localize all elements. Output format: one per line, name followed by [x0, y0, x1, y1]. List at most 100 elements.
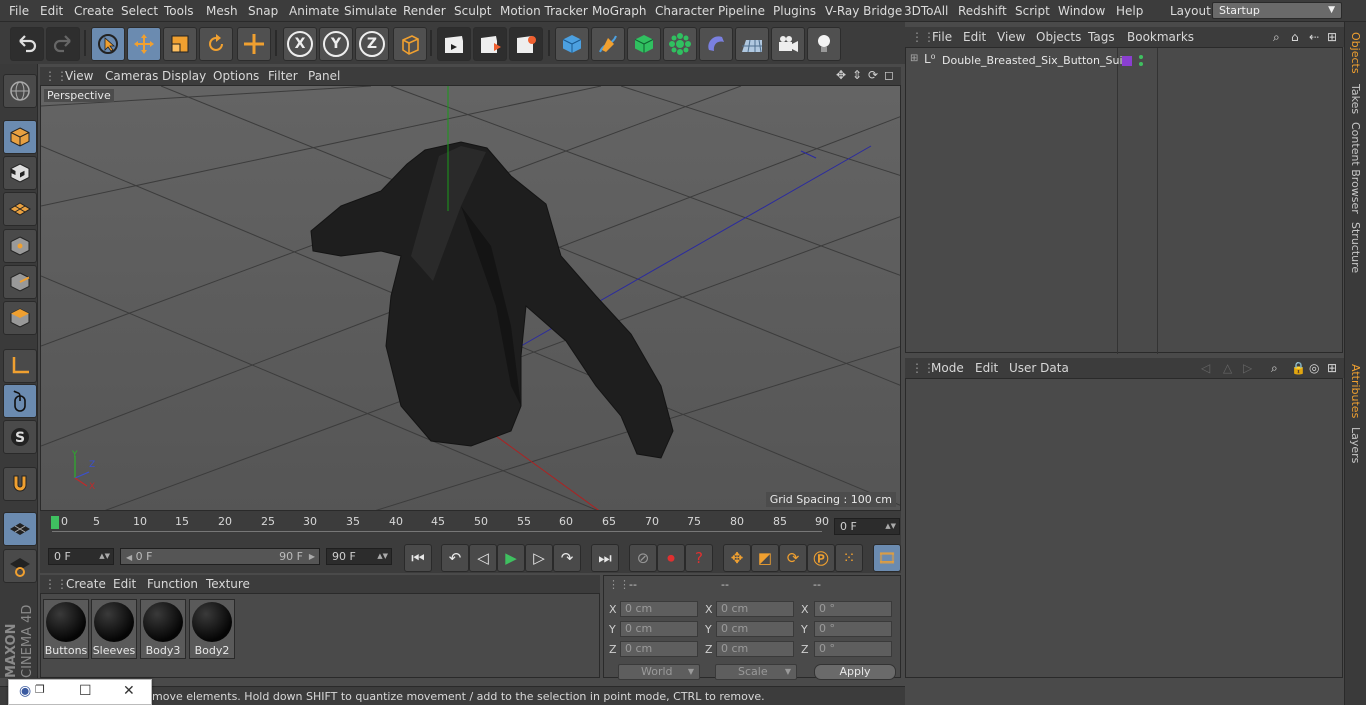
coordinate-mode-select[interactable]: World ▼ — [618, 664, 700, 680]
menu-simulate[interactable]: Simulate — [344, 4, 397, 18]
key-parameter-button[interactable]: Ⓟ — [807, 544, 835, 572]
size-x-field[interactable]: 0 cm — [716, 601, 794, 617]
size-mode-select[interactable]: Scale ▼ — [715, 664, 797, 680]
live-selection-button[interactable] — [91, 27, 125, 61]
workplane-mode-button[interactable] — [3, 192, 37, 226]
object-menu-view[interactable]: View — [997, 30, 1025, 44]
rotation-p-field[interactable]: 0 ° — [814, 621, 892, 637]
tab-content-browser[interactable]: Content Browser — [1349, 122, 1362, 214]
visibility-editor-dot[interactable] — [1139, 55, 1143, 59]
timeline-playhead[interactable] — [51, 516, 59, 529]
viewport-menu-panel[interactable]: Panel — [308, 69, 340, 83]
size-y-field[interactable]: 0 cm — [716, 621, 794, 637]
new-window-icon[interactable]: ⊞ — [1327, 361, 1337, 375]
material-swatch[interactable]: Sleeves — [91, 599, 137, 659]
search-icon[interactable]: ⌕ — [1273, 30, 1280, 45]
layout-select[interactable]: Startup ▼ — [1212, 2, 1342, 19]
pan-view-icon[interactable]: ✥ — [836, 68, 846, 82]
texture-mode-button[interactable] — [3, 156, 37, 190]
x-axis-lock-button[interactable]: X — [283, 27, 317, 61]
menu-help[interactable]: Help — [1116, 4, 1143, 18]
locked-workplane-button[interactable] — [3, 512, 37, 546]
next-frame-button[interactable]: ▷ — [525, 544, 553, 572]
snap-toggle-button[interactable]: S — [3, 420, 37, 454]
lock-icon[interactable]: 🔒 — [1291, 361, 1306, 375]
tab-attributes[interactable]: Attributes — [1349, 364, 1362, 418]
end-frame-field[interactable]: 90 F ▲▼ — [326, 548, 392, 565]
material-menu-edit[interactable]: Edit — [113, 577, 136, 591]
rotation-h-field[interactable]: 0 ° — [814, 601, 892, 617]
material-menu-texture[interactable]: Texture — [206, 577, 250, 591]
transform-tool-button[interactable] — [237, 27, 271, 61]
menu-pipeline[interactable]: Pipeline — [718, 4, 765, 18]
close-icon[interactable]: ✕ — [123, 683, 135, 699]
menu-redshift[interactable]: Redshift — [958, 4, 1007, 18]
size-z-field[interactable]: 0 cm — [716, 641, 794, 657]
zoom-view-icon[interactable]: ⇕ — [852, 68, 862, 82]
key-scale-button[interactable]: ◩ — [751, 544, 779, 572]
viewport-menu-options[interactable]: Options — [213, 69, 259, 83]
rotation-b-field[interactable]: 0 ° — [814, 641, 892, 657]
tab-takes[interactable]: Takes — [1349, 84, 1362, 114]
viewport-menu-filter[interactable]: Filter — [268, 69, 298, 83]
previous-frame-button[interactable]: ◁ — [469, 544, 497, 572]
go-to-start-button[interactable]: ⏮ — [404, 544, 432, 572]
search-icon[interactable]: ⌕ — [1271, 361, 1278, 376]
previous-keyframe-button[interactable]: ↶ — [441, 544, 469, 572]
key-rotation-button[interactable]: ⟳ — [779, 544, 807, 572]
next-keyframe-button[interactable]: ↷ — [553, 544, 581, 572]
home-icon[interactable]: ⌂ — [1291, 30, 1299, 44]
start-frame-field[interactable]: 0 F ▲▼ — [48, 548, 114, 565]
menu-mesh[interactable]: Mesh — [206, 4, 238, 18]
object-name[interactable]: Double_Breasted_Six_Button_Suit — [942, 54, 1127, 67]
viewport-camera-label[interactable]: Perspective — [44, 89, 114, 102]
add-light-button[interactable] — [807, 27, 841, 61]
material-tag-icon[interactable] — [1122, 56, 1132, 66]
viewport-menu-cameras[interactable]: Cameras — [105, 69, 158, 83]
menu-script[interactable]: Script — [1015, 4, 1050, 18]
object-menu-file[interactable]: File — [932, 30, 952, 44]
go-to-end-button[interactable]: ⏭ — [591, 544, 619, 572]
coordinate-system-button[interactable] — [393, 27, 427, 61]
maximize-view-icon[interactable]: ◻ — [884, 68, 894, 82]
object-menu-objects[interactable]: Objects — [1036, 30, 1081, 44]
move-tool-button[interactable] — [127, 27, 161, 61]
tab-structure[interactable]: Structure — [1349, 222, 1362, 273]
maximize-icon[interactable]: ☐ — [79, 683, 92, 699]
enable-snap-button[interactable] — [3, 467, 37, 501]
make-editable-button[interactable] — [3, 74, 37, 108]
menu-vray-bridge[interactable]: V-Ray Bridge — [825, 4, 902, 18]
attribute-menu-user-data[interactable]: User Data — [1009, 361, 1069, 375]
object-menu-tags[interactable]: Tags — [1088, 30, 1115, 44]
material-swatch[interactable]: Body2 — [189, 599, 235, 659]
material-menu-function[interactable]: Function — [147, 577, 198, 591]
menu-character[interactable]: Character — [655, 4, 714, 18]
tab-objects[interactable]: Objects — [1349, 32, 1362, 74]
tab-layers[interactable]: Layers — [1349, 427, 1362, 463]
scale-tool-button[interactable] — [163, 27, 197, 61]
menu-window[interactable]: Window — [1058, 4, 1105, 18]
object-menu-edit[interactable]: Edit — [963, 30, 986, 44]
position-y-field[interactable]: 0 cm — [620, 621, 698, 637]
attribute-menu-mode[interactable]: Mode — [931, 361, 964, 375]
attribute-menu-edit[interactable]: Edit — [975, 361, 998, 375]
menu-sculpt[interactable]: Sculpt — [454, 4, 491, 18]
back-icon[interactable]: ⇠ — [1309, 30, 1319, 44]
planar-workplane-button[interactable] — [3, 549, 37, 583]
add-cube-button[interactable] — [555, 27, 589, 61]
key-position-button[interactable]: ✥ — [723, 544, 751, 572]
frame-range-slider[interactable]: ◀ 0 F 90 F ▶ — [120, 548, 320, 565]
viewport-menu-display[interactable]: Display — [162, 69, 206, 83]
expand-icon[interactable]: ⊞ — [910, 53, 918, 64]
new-window-icon[interactable]: ⊞ — [1327, 30, 1337, 44]
cinema4d-app-icon[interactable]: ◉ — [19, 683, 31, 699]
position-x-field[interactable]: 0 cm — [620, 601, 698, 617]
polygons-mode-button[interactable] — [3, 301, 37, 335]
menu-create[interactable]: Create — [74, 4, 114, 18]
restore-icon[interactable]: ❐ — [35, 683, 45, 696]
forward-arrow-icon[interactable]: ▷ — [1243, 361, 1252, 375]
play-button[interactable]: ▶ — [497, 544, 525, 572]
record-active-objects-button[interactable]: ⊘ — [629, 544, 657, 572]
tweak-mode-button[interactable] — [3, 384, 37, 418]
menu-tools[interactable]: Tools — [164, 4, 194, 18]
